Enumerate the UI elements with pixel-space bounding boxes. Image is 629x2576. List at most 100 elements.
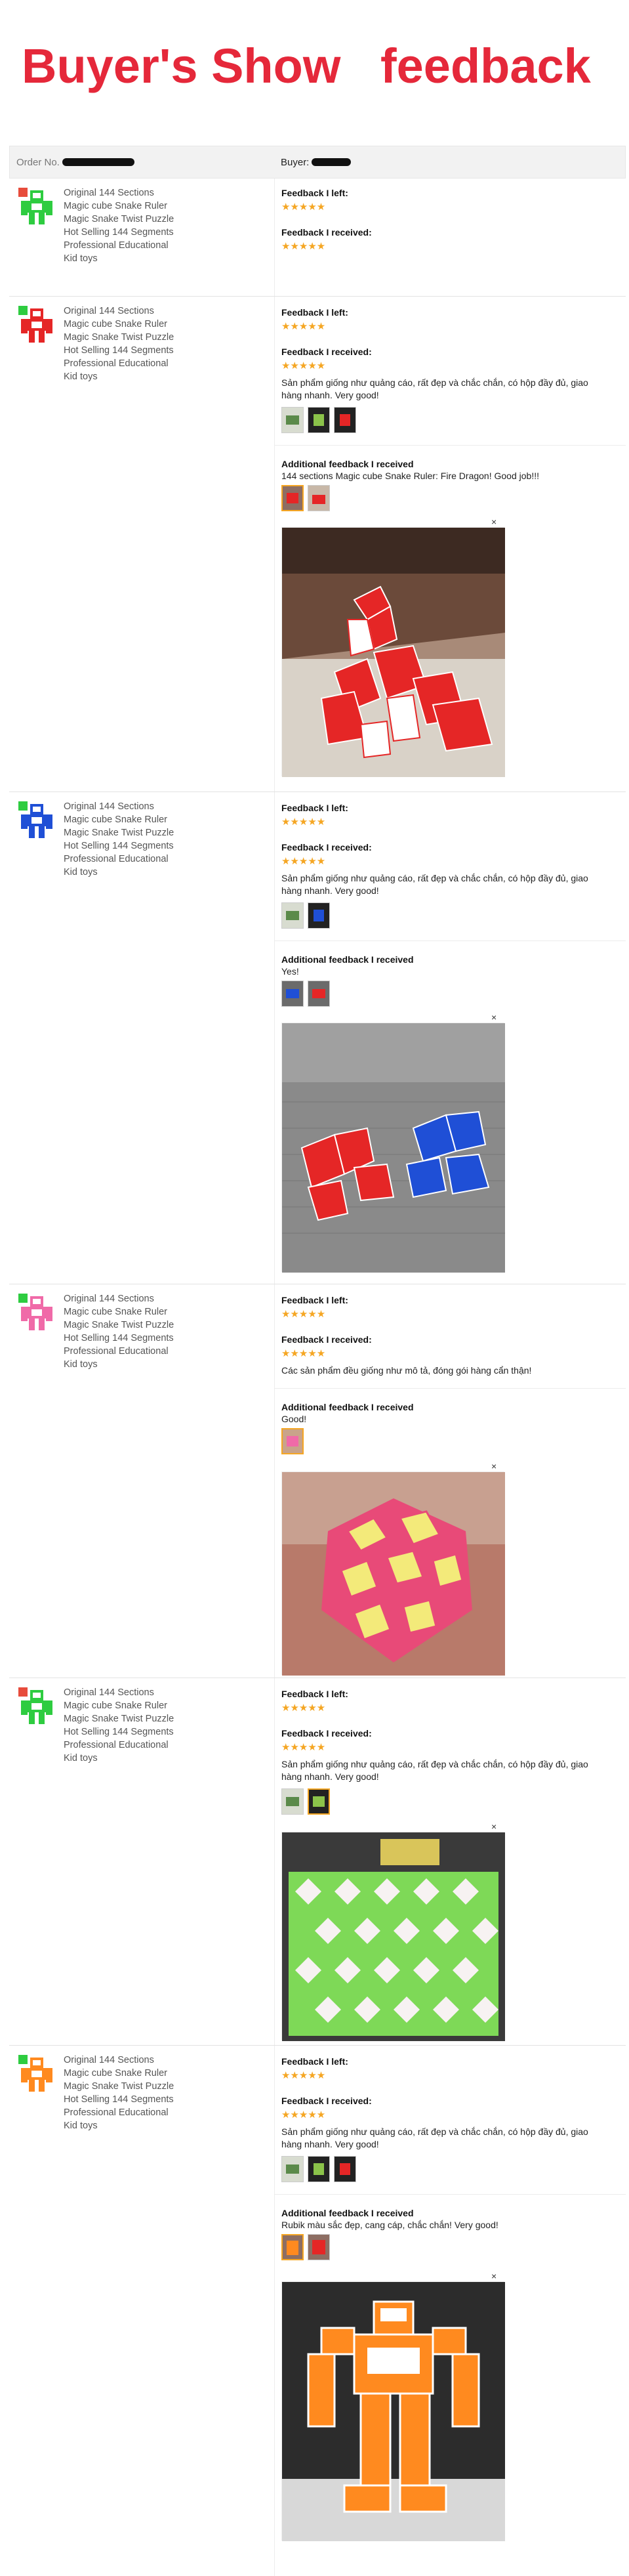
feedback-block: Feedback I left: ★★★★★ Feedback I receiv… [275, 1678, 626, 2046]
order-row: Original 144 Sections Magic cube Snake Ru… [9, 297, 626, 792]
table-header: Order No. Buyer: [9, 146, 626, 179]
product-name[interactable]: Original 144 Sections Magic cube Snake Ru… [64, 2054, 260, 2132]
star-rating-left: ★★★★★ [281, 816, 326, 828]
product-thumbnail[interactable] [17, 1686, 56, 1725]
additional-feedback-block: Additional feedback I received Good! × [275, 1388, 626, 1678]
additional-feedback-text: Good! [281, 1414, 307, 1424]
feedback-cell: Feedback I left: ★★★★★ Feedback I receiv… [275, 179, 626, 296]
feedback-left-heading: Feedback I left: [281, 1295, 348, 1305]
feedback-received-heading: Feedback I received: [281, 1728, 372, 1739]
star-rating-left: ★★★★★ [281, 2070, 326, 2081]
additional-feedback-heading: Additional feedback I received [281, 459, 414, 469]
feedback-block: Feedback I left: ★★★★★ Feedback I receiv… [275, 792, 626, 940]
product-thumbnail[interactable] [17, 305, 56, 344]
close-icon[interactable]: × [491, 1461, 497, 1471]
review-photo[interactable] [281, 1023, 505, 1273]
photo-thumbnail-selected[interactable] [281, 485, 304, 511]
order-row: Original 144 Sections Magic cube Snake Ru… [9, 2046, 626, 2576]
star-rating-left: ★★★★★ [281, 1702, 326, 1714]
feedback-table: Order No. Buyer: [9, 146, 626, 179]
photo-thumbnail[interactable] [334, 407, 356, 433]
feedback-received-heading: Feedback I received: [281, 842, 372, 853]
feedback-comment: Sản phẩm giống như quảng cáo, rất đẹp và… [281, 1759, 588, 1782]
robot-toy-image [18, 801, 52, 838]
review-photo[interactable] [281, 1471, 505, 1676]
photo-thumbnail[interactable] [281, 2156, 304, 2182]
close-icon[interactable]: × [491, 517, 497, 527]
order-row: Original 144 Sections Magic cube Snake Ru… [9, 1678, 626, 2046]
product-name[interactable]: Original 144 Sections Magic cube Snake Ru… [64, 305, 260, 383]
star-rating-received: ★★★★★ [281, 360, 326, 371]
photo-thumbnail[interactable] [281, 981, 304, 1007]
additional-feedback-block: Additional feedback I received Yes! × [275, 940, 626, 1284]
order-number-header: Order No. [10, 157, 275, 168]
review-photo[interactable] [281, 527, 505, 777]
hero-title-right: feedback [380, 39, 591, 93]
photo-thumbnail[interactable] [334, 2156, 356, 2182]
orange-robot-photo [282, 2282, 505, 2541]
product-name[interactable]: Original 144 Sections Magic cube Snake Ru… [64, 186, 260, 265]
product-thumbnail[interactable] [17, 186, 56, 226]
product-name[interactable]: Original 144 Sections Magic cube Snake Ru… [64, 1686, 260, 1765]
feedback-received-heading: Feedback I received: [281, 1334, 372, 1345]
product-cell: Original 144 Sections Magic cube Snake Ru… [9, 1284, 275, 1678]
hero-banner: Buyer's Show feedback [0, 0, 629, 144]
product-thumbnail[interactable] [17, 1292, 56, 1332]
feedback-cell: Feedback I left: ★★★★★ Feedback I receiv… [275, 2046, 626, 2576]
feedback-block: Feedback I left: ★★★★★ Feedback I receiv… [275, 2046, 626, 2194]
buyer-header: Buyer: [275, 157, 625, 168]
photo-thumbnail[interactable] [281, 407, 304, 433]
robot-toy-image [18, 2055, 52, 2092]
hero-title-left: Buyer's Show [22, 39, 341, 93]
feedback-block: Feedback I left: ★★★★★ Feedback I receiv… [275, 297, 626, 445]
robot-toy-image [18, 1294, 52, 1330]
product-cell: Original 144 Sections Magic cube Snake Ru… [9, 2046, 275, 2576]
product-name[interactable]: Original 144 Sections Magic cube Snake Ru… [64, 1292, 260, 1371]
order-number-label: Order No. [16, 156, 60, 168]
feedback-comment: Sản phẩm giống như quảng cáo, rất đẹp và… [281, 377, 588, 400]
photo-thumbnail[interactable] [308, 902, 330, 929]
additional-feedback-heading: Additional feedback I received [281, 1402, 414, 1412]
additional-feedback-heading: Additional feedback I received [281, 954, 414, 965]
feedback-left-heading: Feedback I left: [281, 803, 348, 813]
photo-thumbnail[interactable] [308, 981, 330, 1007]
product-name[interactable]: Original 144 Sections Magic cube Snake Ru… [64, 800, 260, 879]
feedback-left-heading: Feedback I left: [281, 307, 348, 318]
feedback-left-heading: Feedback I left: [281, 1689, 348, 1699]
star-rating-received: ★★★★★ [281, 856, 326, 867]
feedback-received-heading: Feedback I received: [281, 347, 372, 357]
redacted-order-number [62, 158, 134, 166]
product-cell: Original 144 Sections Magic cube Snake Ru… [9, 179, 275, 296]
close-icon[interactable]: × [491, 2271, 497, 2281]
photo-thumbnail[interactable] [281, 1788, 304, 1815]
star-rating-received: ★★★★★ [281, 1742, 326, 1753]
additional-feedback-heading: Additional feedback I received [281, 2208, 414, 2218]
close-icon[interactable]: × [491, 1821, 497, 1832]
product-cell: Original 144 Sections Magic cube Snake Ru… [9, 297, 275, 792]
review-photo[interactable] [281, 2281, 505, 2541]
photo-thumbnail-selected[interactable] [281, 2234, 304, 2260]
photo-thumbnail[interactable] [281, 902, 304, 929]
feedback-comment: Sản phẩm giống như quảng cáo, rất đẹp và… [281, 873, 588, 896]
photo-thumbnail[interactable] [308, 485, 330, 511]
feedback-left-heading: Feedback I left: [281, 2056, 348, 2067]
product-thumbnail[interactable] [17, 800, 56, 839]
additional-feedback-text: 144 sections Magic cube Snake Ruler: Fir… [281, 471, 539, 481]
photo-thumbnail[interactable] [308, 2156, 330, 2182]
robot-toy-image [18, 1687, 52, 1724]
feedback-cell: Feedback I left: ★★★★★ Feedback I receiv… [275, 792, 626, 1284]
photo-thumbnail[interactable] [308, 2234, 330, 2260]
review-photo[interactable] [281, 1832, 505, 2041]
star-rating-received: ★★★★★ [281, 241, 326, 252]
photo-thumbnail[interactable] [308, 407, 330, 433]
green-snake-mat-photo [282, 1832, 505, 2041]
photo-thumbnail-selected[interactable] [308, 1788, 330, 1815]
feedback-cell: Feedback I left: ★★★★★ Feedback I receiv… [275, 1284, 626, 1678]
redacted-buyer-name [312, 158, 352, 166]
photo-thumbnail-selected[interactable] [281, 1428, 304, 1454]
additional-feedback-block: Additional feedback I received 144 secti… [275, 445, 626, 792]
close-icon[interactable]: × [491, 1012, 497, 1023]
star-rating-left: ★★★★★ [281, 321, 326, 332]
additional-feedback-block: Additional feedback I received Rubik màu… [275, 2194, 626, 2576]
product-thumbnail[interactable] [17, 2054, 56, 2093]
